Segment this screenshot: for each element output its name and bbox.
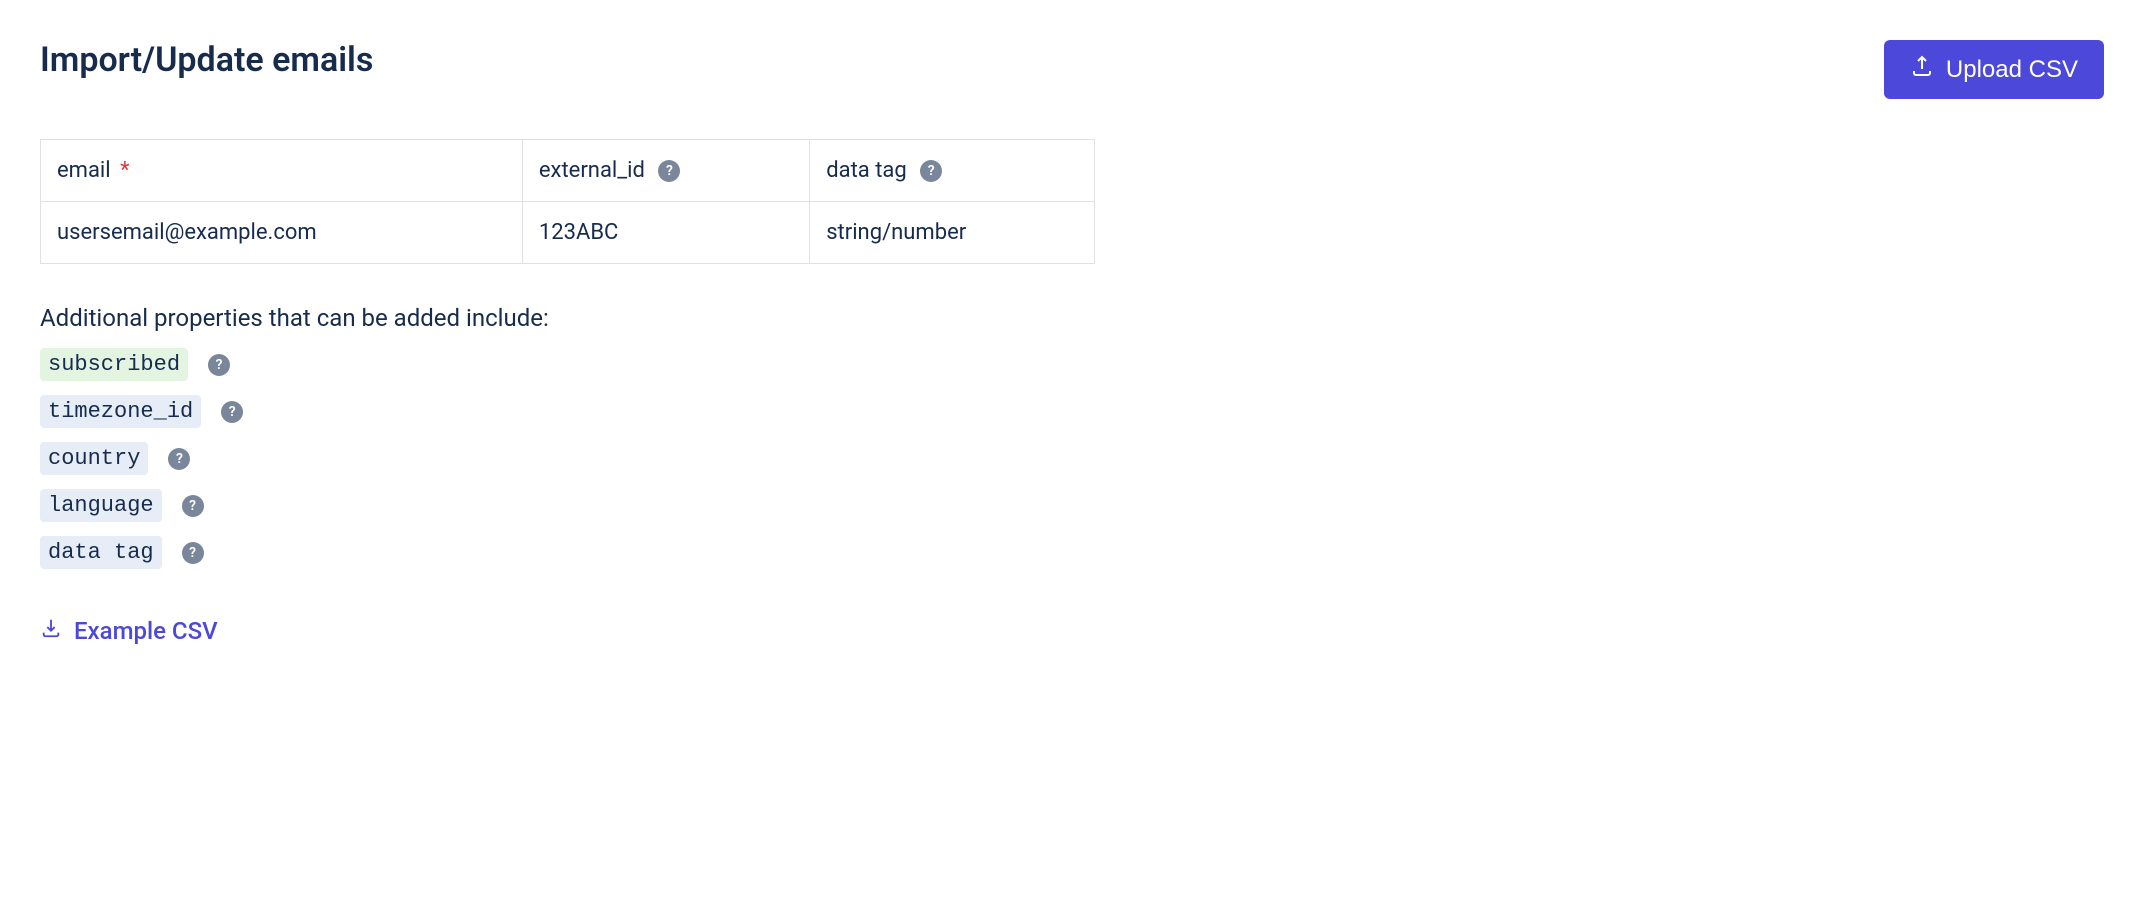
- prop-row-language: language ?: [40, 489, 2104, 522]
- prop-chip: country: [40, 442, 148, 475]
- download-icon: [40, 617, 62, 645]
- prop-row-timezone-id: timezone_id ?: [40, 395, 2104, 428]
- help-icon[interactable]: ?: [920, 160, 942, 182]
- page-title: Import/Update emails: [40, 40, 373, 80]
- required-indicator: *: [120, 158, 129, 183]
- prop-row-country: country ?: [40, 442, 2104, 475]
- prop-row-data-tag: data tag ?: [40, 536, 2104, 569]
- prop-chip: data tag: [40, 536, 162, 569]
- prop-chip: language: [40, 489, 162, 522]
- header-data-tag-label: data tag: [826, 158, 907, 183]
- upload-csv-button[interactable]: Upload CSV: [1884, 40, 2104, 99]
- upload-icon: [1910, 54, 1934, 85]
- help-icon[interactable]: ?: [182, 495, 204, 517]
- example-csv-link[interactable]: Example CSV: [40, 617, 218, 645]
- help-icon[interactable]: ?: [221, 401, 243, 423]
- upload-button-label: Upload CSV: [1946, 56, 2078, 84]
- table-header-row: email * external_id ? data tag ?: [41, 140, 1095, 202]
- additional-props-intro: Additional properties that can be added …: [40, 304, 2104, 332]
- help-icon[interactable]: ?: [658, 160, 680, 182]
- cell-email: usersemail@example.com: [41, 202, 523, 264]
- example-csv-label: Example CSV: [74, 617, 218, 645]
- help-icon[interactable]: ?: [182, 542, 204, 564]
- header-email: email *: [41, 140, 523, 202]
- header-email-label: email: [57, 158, 111, 183]
- cell-data-tag: string/number: [810, 202, 1095, 264]
- prop-row-subscribed: subscribed ?: [40, 348, 2104, 381]
- import-schema-table: email * external_id ? data tag ? usersem…: [40, 139, 1095, 264]
- cell-external-id: 123ABC: [522, 202, 809, 264]
- header-data-tag: data tag ?: [810, 140, 1095, 202]
- additional-props-list: subscribed ? timezone_id ? country ? lan…: [40, 348, 2104, 569]
- prop-chip: subscribed: [40, 348, 188, 381]
- header-external-id: external_id ?: [522, 140, 809, 202]
- prop-chip: timezone_id: [40, 395, 201, 428]
- help-icon[interactable]: ?: [208, 354, 230, 376]
- help-icon[interactable]: ?: [168, 448, 190, 470]
- table-row: usersemail@example.com 123ABC string/num…: [41, 202, 1095, 264]
- header-external-id-label: external_id: [539, 158, 645, 183]
